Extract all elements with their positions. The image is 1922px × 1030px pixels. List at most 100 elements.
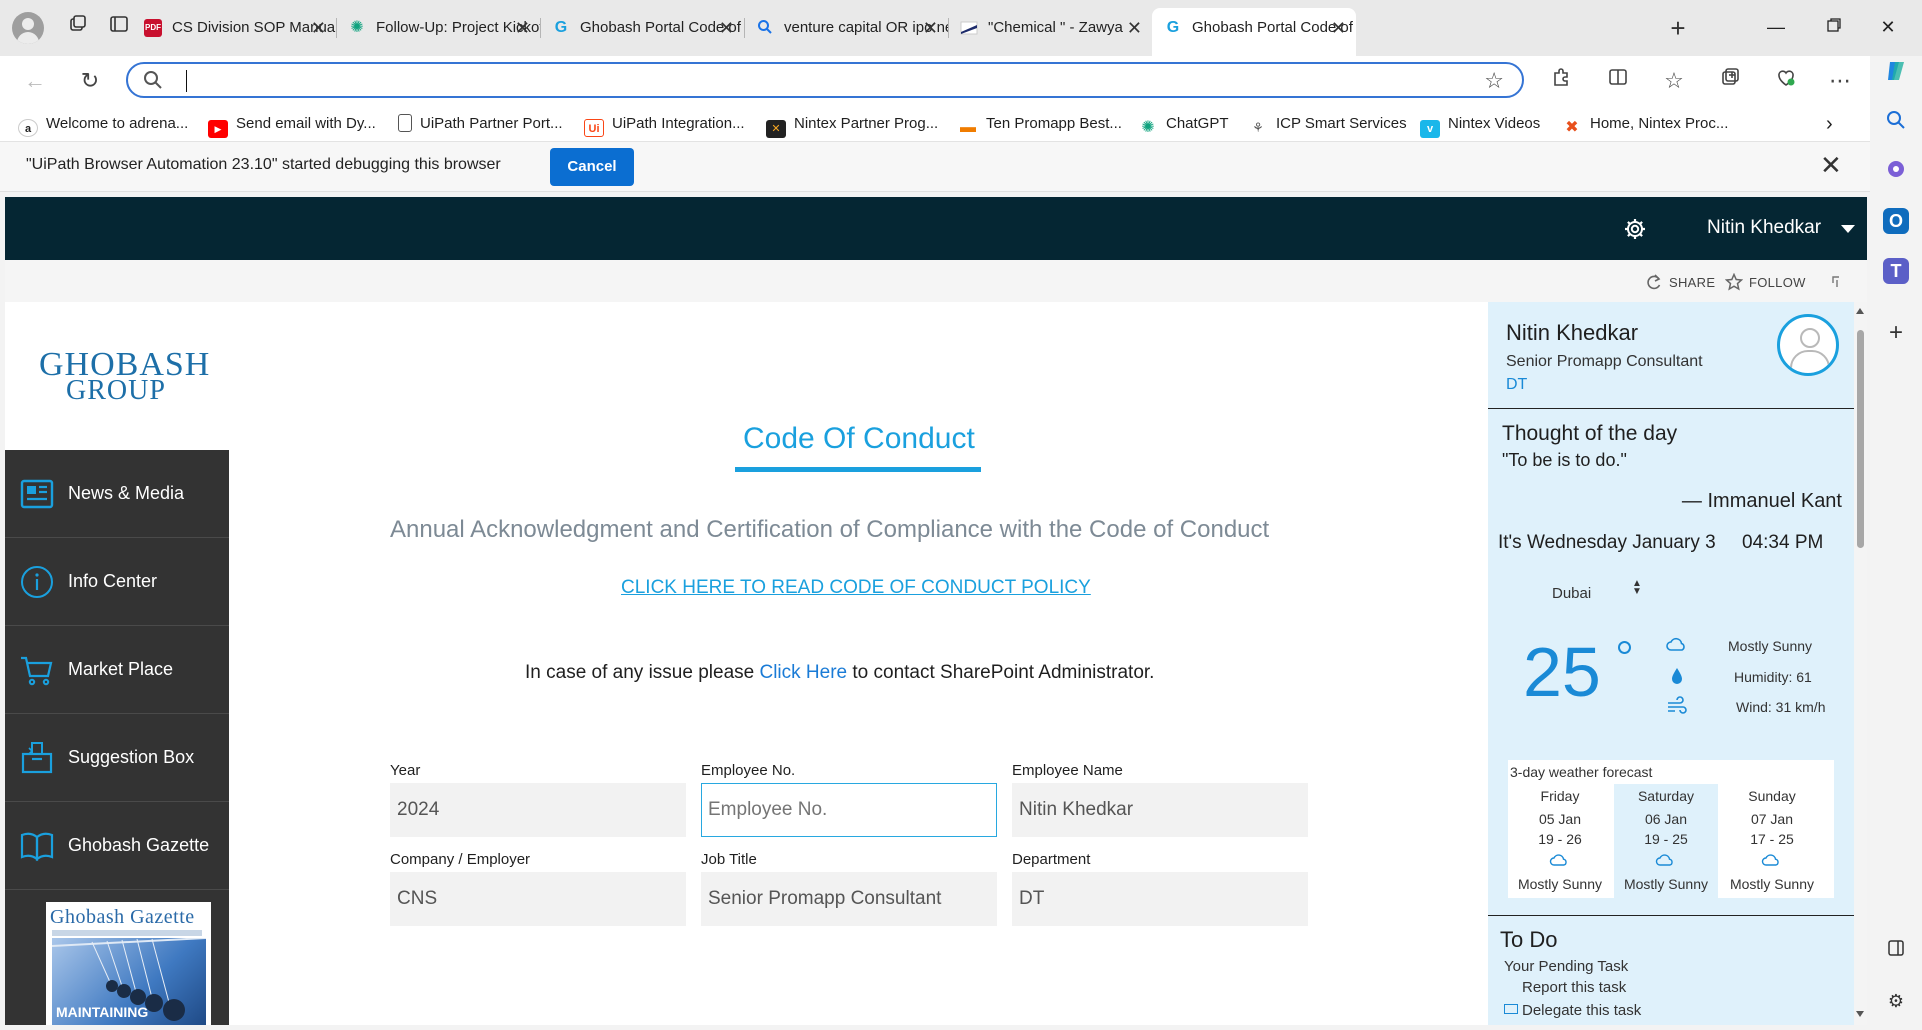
- page-subtitle: Annual Acknowledgment and Certification …: [390, 516, 1270, 543]
- delegate-task-link[interactable]: Delegate this task: [1522, 1002, 1641, 1019]
- favorite-item[interactable]: v Nintex Videos: [1420, 112, 1541, 138]
- teams-icon[interactable]: T: [1883, 258, 1909, 284]
- tab-2[interactable]: G Ghobash Portal Code of C ✕: [540, 9, 744, 47]
- browser-essentials-icon[interactable]: [1771, 66, 1801, 96]
- employee-name-field[interactable]: Nitin Khedkar: [1012, 783, 1308, 837]
- page-scrollbar[interactable]: [1854, 302, 1867, 1025]
- focus-mode-icon[interactable]: [1831, 273, 1851, 289]
- favorite-item[interactable]: UiPath Partner Port...: [398, 112, 563, 136]
- address-input[interactable]: [182, 68, 1462, 94]
- favorite-item[interactable]: ✕ Nintex Partner Prog...: [766, 112, 938, 138]
- chevron-down-icon[interactable]: [1841, 225, 1855, 233]
- weather-condition: Mostly Sunny: [1728, 638, 1813, 654]
- profile-department[interactable]: DT: [1506, 376, 1527, 394]
- refresh-icon[interactable]: ↻: [75, 66, 105, 96]
- chatgpt-icon: ✺: [350, 19, 364, 36]
- info-icon: [21, 566, 53, 598]
- copilot-icon[interactable]: [1881, 58, 1911, 88]
- close-icon[interactable]: ✕: [311, 9, 326, 47]
- company-field[interactable]: CNS: [390, 872, 686, 926]
- cloud-icon: [1761, 854, 1779, 866]
- city-selector[interactable]: Dubai: [1552, 585, 1591, 602]
- favorite-label: Welcome to adrena...: [46, 115, 189, 132]
- favorites-overflow-chevron-icon[interactable]: ›: [1826, 112, 1833, 136]
- tab-5-active[interactable]: G Ghobash Portal Code of C ✕: [1152, 8, 1356, 56]
- collections-icon[interactable]: [1715, 66, 1745, 96]
- forecast-range: 17 - 25: [1750, 831, 1794, 847]
- favorite-label: Home, Nintex Proc...: [1590, 115, 1729, 132]
- share-button[interactable]: SHARE: [1645, 273, 1715, 291]
- more-menu-icon[interactable]: ⋯: [1825, 66, 1855, 96]
- divider: [1488, 408, 1854, 409]
- close-icon[interactable]: ✕: [515, 9, 530, 47]
- scroll-down-icon[interactable]: [1856, 1011, 1864, 1017]
- avatar[interactable]: [1777, 314, 1839, 376]
- restore-icon[interactable]: [1814, 12, 1854, 42]
- forecast-day-name: Saturday: [1637, 788, 1695, 804]
- favorite-label: Nintex Videos: [1448, 115, 1541, 132]
- back-icon[interactable]: ←: [20, 66, 50, 96]
- shopping-icon[interactable]: [1881, 158, 1911, 188]
- workspaces-icon[interactable]: [63, 13, 93, 43]
- close-icon[interactable]: ✕: [1331, 8, 1346, 48]
- favorite-item[interactable]: ✺ ChatGPT: [1138, 112, 1228, 136]
- favorite-item[interactable]: ⚘ ICP Smart Services: [1248, 112, 1406, 136]
- settings-gear-icon[interactable]: ⚙: [1881, 986, 1911, 1016]
- favorite-item[interactable]: ✖ Home, Nintex Proc...: [1562, 112, 1728, 136]
- profile-avatar-icon[interactable]: [12, 12, 44, 44]
- extensions-icon[interactable]: [1546, 66, 1576, 96]
- close-icon[interactable]: ✕: [719, 9, 734, 47]
- outlook-icon[interactable]: O: [1883, 208, 1909, 234]
- employee-no-field[interactable]: [701, 783, 997, 837]
- promapp-icon: ▬: [960, 119, 976, 136]
- temperature: 25: [1523, 633, 1601, 711]
- close-icon[interactable]: ✕: [1820, 150, 1842, 181]
- close-icon[interactable]: ✕: [1127, 9, 1142, 47]
- favorite-label: Ten Promapp Best...: [986, 115, 1122, 132]
- close-icon[interactable]: ✕: [923, 9, 938, 47]
- search-icon[interactable]: [1881, 109, 1911, 139]
- favorite-star-icon[interactable]: ☆: [1484, 68, 1504, 94]
- sort-arrows-icon[interactable]: ▲ ▼: [1632, 579, 1642, 597]
- split-screen-icon[interactable]: [1603, 66, 1633, 96]
- favorite-item[interactable]: ▬ Ten Promapp Best...: [958, 112, 1122, 136]
- nav-item-info-center[interactable]: Info Center: [5, 538, 229, 626]
- nav-item-suggestion-box[interactable]: Suggestion Box: [5, 714, 229, 802]
- favorite-item[interactable]: Ui UiPath Integration...: [584, 112, 745, 137]
- department-field[interactable]: DT: [1012, 872, 1308, 926]
- scroll-up-icon[interactable]: [1856, 308, 1864, 314]
- read-policy-link[interactable]: CLICK HERE TO READ CODE OF CONDUCT POLIC…: [621, 577, 1091, 599]
- add-icon[interactable]: +: [1881, 318, 1911, 348]
- favorites-icon[interactable]: ☆: [1659, 66, 1689, 96]
- nav-item-market-place[interactable]: Market Place: [5, 626, 229, 714]
- tab-4[interactable]: "Chemical " - Zawya ✕: [948, 9, 1152, 47]
- tab-0[interactable]: PDF CS Division SOP Manual.p ✕: [132, 9, 336, 47]
- user-name[interactable]: Nitin Khedkar: [1707, 217, 1821, 239]
- suggestion-box-icon: [21, 742, 53, 774]
- report-task-link[interactable]: Report this task: [1522, 979, 1626, 996]
- tab-3[interactable]: venture capital OR ipo ne ✕: [744, 9, 948, 47]
- sidebar-toggle-icon[interactable]: [1881, 936, 1911, 966]
- window-close-icon[interactable]: ✕: [1868, 12, 1908, 42]
- settings-gear-icon[interactable]: [1623, 217, 1647, 241]
- nav-item-ghobash-gazette[interactable]: Ghobash Gazette: [5, 802, 229, 890]
- year-field[interactable]: 2024: [390, 783, 686, 837]
- nav-item-news-media[interactable]: News & Media: [5, 450, 229, 538]
- company-label: Company / Employer: [390, 851, 531, 868]
- contact-admin-link[interactable]: Click Here: [759, 662, 847, 683]
- job-title-field[interactable]: Senior Promapp Consultant: [701, 872, 997, 926]
- follow-button[interactable]: FOLLOW: [1724, 272, 1806, 291]
- scrollbar-thumb[interactable]: [1857, 330, 1864, 548]
- address-bar[interactable]: ☆: [126, 62, 1524, 98]
- favorite-item[interactable]: a Welcome to adrena...: [18, 112, 189, 137]
- gazette-cover-image[interactable]: Ghobash Gazette MAINTAINING: [46, 902, 211, 1025]
- minimize-icon[interactable]: —: [1756, 12, 1796, 42]
- tab-1[interactable]: ✺ Follow-Up: Project Kickoff ✕: [336, 9, 540, 47]
- year-label: Year: [390, 762, 421, 779]
- cancel-button[interactable]: Cancel: [550, 148, 634, 186]
- text-caret: [186, 70, 187, 92]
- favorite-item[interactable]: ▶ Send email with Dy...: [208, 112, 376, 138]
- forecast-day-name: Sunday: [1748, 788, 1796, 804]
- tab-actions-icon[interactable]: [104, 13, 134, 43]
- new-tab-icon[interactable]: +: [1663, 13, 1693, 43]
